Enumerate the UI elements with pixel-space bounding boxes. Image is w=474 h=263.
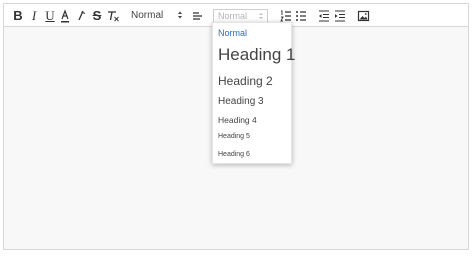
font-color-button[interactable] (59, 8, 71, 24)
bullet-list-icon (296, 11, 306, 21)
select-arrows-icon (259, 13, 263, 19)
align-left-icon (193, 12, 202, 20)
outdent-icon (319, 10, 329, 22)
size-select[interactable]: Normal (213, 9, 268, 23)
dropdown-item-heading-5[interactable]: Heading 5 (218, 133, 250, 140)
bold-button[interactable]: B (12, 8, 24, 24)
dropdown-item-heading-6[interactable]: Heading 6 (218, 151, 250, 158)
underline-button[interactable]: U (44, 8, 56, 24)
dropdown-item-heading-1[interactable]: Heading 1 (218, 45, 296, 65)
italic-button[interactable]: I (28, 8, 40, 24)
align-button[interactable] (191, 8, 203, 24)
dropdown-item-heading-4[interactable]: Heading 4 (218, 115, 257, 125)
dropdown-item-normal[interactable]: Normal (218, 28, 247, 38)
editor-screen: B I U S Normal Normal Normal Heading 1 H… (0, 0, 474, 263)
header-select[interactable]: Normal (131, 9, 183, 23)
outdent-button[interactable] (318, 8, 330, 24)
highlight-icon (78, 10, 86, 21)
image-button[interactable] (357, 8, 370, 24)
clear-format-icon (108, 11, 119, 22)
font-color-icon (61, 9, 69, 23)
size-select-value: Normal (218, 11, 248, 21)
indent-icon (335, 10, 345, 22)
image-icon (357, 10, 370, 22)
dropdown-item-heading-2[interactable]: Heading 2 (218, 74, 273, 88)
header-select-value: Normal (131, 10, 164, 21)
background-color-button[interactable] (75, 8, 87, 24)
clear-format-button[interactable] (107, 8, 120, 24)
bullet-list-button[interactable] (295, 8, 307, 24)
strikethrough-button[interactable]: S (91, 8, 103, 24)
dropdown-item-heading-3[interactable]: Heading 3 (218, 96, 264, 107)
select-arrows-icon (178, 11, 182, 19)
size-dropdown-menu: Normal Heading 1 Heading 2 Heading 3 Hea… (212, 22, 296, 164)
indent-button[interactable] (334, 8, 346, 24)
